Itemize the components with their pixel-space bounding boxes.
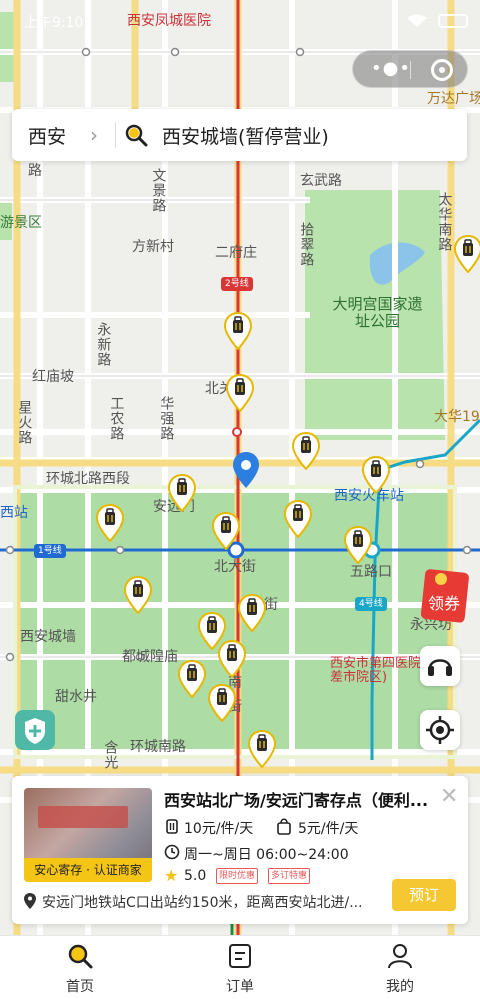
map-label-road-jie: 街 xyxy=(264,597,278,613)
storage-pin[interactable] xyxy=(224,312,252,350)
map-label-taihua-rd: 太华南路 xyxy=(436,192,453,252)
store-sign xyxy=(38,806,128,828)
wifi-icon xyxy=(407,14,427,27)
search-divider xyxy=(115,122,116,148)
city-selector[interactable]: 西安 xyxy=(28,122,66,149)
miniprogram-capsule[interactable]: •●• xyxy=(352,50,468,88)
storage-pin[interactable] xyxy=(248,730,276,768)
safety-shield-button[interactable] xyxy=(15,710,55,750)
storage-pin[interactable] xyxy=(178,660,206,698)
map-label-huancheng-south: 环城南路 xyxy=(130,739,186,755)
rating-value: 5.0 xyxy=(184,868,207,884)
map-label-hanguang: 含光 xyxy=(102,740,119,770)
map-label-wenjing-rd: 文景路 xyxy=(150,168,167,213)
tab-orders[interactable]: 订单 xyxy=(190,936,290,999)
map-label-xian-city-wall: 西安城墙 xyxy=(20,629,76,645)
more-icon[interactable]: •●• xyxy=(371,58,411,79)
tab-profile-label: 我的 xyxy=(386,979,414,995)
map-label-fangxin-village: 方新村 xyxy=(132,239,174,255)
close-icon[interactable]: ✕ xyxy=(440,784,458,809)
storage-pin[interactable] xyxy=(208,684,236,722)
headset-icon xyxy=(428,659,452,676)
map-label-yongxin-rd: 永新路 xyxy=(95,322,112,367)
map-label-ducheng-temple: 都城隍庙 xyxy=(122,649,178,665)
storage-pin[interactable] xyxy=(284,500,312,538)
suitcase-small-icon xyxy=(166,819,178,834)
crosshair-icon xyxy=(426,716,454,744)
search-bar[interactable]: 西安 › 西安城墙(暂停营业) xyxy=(12,109,467,161)
map-label-scenic: 游景区 xyxy=(0,215,42,231)
storage-pin[interactable] xyxy=(238,594,266,632)
store-address: 安远门地铁站C口出站约150米，距离西安站北进/... xyxy=(42,895,363,911)
store-title[interactable]: 西安站北广场/安远门寄存点（便利... xyxy=(164,787,436,811)
storage-pin[interactable] xyxy=(344,526,372,564)
map-label-daming-palace: 大明宫国家遗址公园 xyxy=(332,295,423,330)
locate-me-button[interactable] xyxy=(420,710,460,750)
map-label-huancheng-north-west: 环城北路西段 xyxy=(46,471,130,487)
storage-pin[interactable] xyxy=(292,432,320,470)
map-label-wanda: 万达广场 xyxy=(427,91,480,107)
tab-bar: 首页 订单 我的 xyxy=(0,935,480,999)
promo-tag-limited: 限时优惠 xyxy=(216,868,259,884)
clock-icon xyxy=(164,844,180,860)
capsule-divider xyxy=(410,61,411,79)
status-bar: 上午9:10 xyxy=(0,0,480,40)
price-bag: 5元/件/天 xyxy=(298,821,359,837)
map-label-wulukou: 五路口 xyxy=(350,564,392,580)
tab-orders-label: 订单 xyxy=(226,979,254,995)
storage-info-card[interactable]: 安心寄存 · 认证商家 西安站北广场/安远门寄存点（便利... ✕ 10元/件/… xyxy=(12,776,468,924)
location-pin-icon xyxy=(24,893,36,909)
promo-tag-multi: 多订特惠 xyxy=(268,868,311,884)
bag-icon xyxy=(277,818,291,835)
map-label-xi-station: 西站 xyxy=(0,505,28,521)
shield-icon xyxy=(25,718,45,744)
tab-home[interactable]: 首页 xyxy=(30,936,130,999)
map-label-beidajie: 北大街 xyxy=(214,559,256,575)
price-luggage: 10元/件/天 xyxy=(184,821,254,837)
customer-service-button[interactable] xyxy=(420,646,460,686)
map-label-xuanwu-rd: 玄武路 xyxy=(300,173,342,189)
metro-line2-badge: 2号线 xyxy=(221,277,253,291)
metro-line1-badge: 1号线 xyxy=(34,544,66,558)
close-miniprogram-icon[interactable] xyxy=(431,59,453,81)
opening-hours: 周一~周日 06:00~24:00 xyxy=(184,847,349,863)
metro-line4-badge: 4号线 xyxy=(355,597,387,611)
star-icon: ★ xyxy=(164,866,179,885)
map-label-gongnong-rd: 工农路 xyxy=(108,396,125,441)
map-label-dahua: 大华19 xyxy=(434,409,480,425)
tab-home-label: 首页 xyxy=(66,979,94,995)
map-label-road-lu: 路 xyxy=(28,163,42,179)
store-photo[interactable]: 安心寄存 · 认证商家 xyxy=(24,788,152,882)
order-icon xyxy=(229,944,251,968)
search-icon xyxy=(125,124,148,147)
storage-pin[interactable] xyxy=(168,474,196,512)
search-icon xyxy=(68,944,93,969)
search-query[interactable]: 西安城墙(暂停营业) xyxy=(162,122,329,149)
status-time: 上午9:10 xyxy=(24,15,84,31)
storage-pin-selected[interactable] xyxy=(226,374,254,412)
current-location-marker xyxy=(233,452,259,488)
battery-icon xyxy=(438,14,468,28)
certified-badge: 安心寄存 · 认证商家 xyxy=(24,858,152,882)
coupon-label: 领券 xyxy=(428,594,460,613)
map-label-shicui-rd: 拾翠路 xyxy=(298,222,315,267)
storage-pin[interactable] xyxy=(454,235,480,273)
storage-pin[interactable] xyxy=(218,640,246,678)
chevron-right-icon: › xyxy=(90,123,98,147)
map-label-tianshui-well: 甜水井 xyxy=(55,689,97,705)
map-label-erfu-zhuang: 二府庄 xyxy=(215,245,257,261)
storage-pin[interactable] xyxy=(124,576,152,614)
profile-icon xyxy=(388,944,412,969)
map-label-honghumiao-po: 红庙坡 xyxy=(32,369,74,385)
storage-pin[interactable] xyxy=(362,456,390,494)
storage-pin[interactable] xyxy=(96,504,124,542)
storage-pin[interactable] xyxy=(212,512,240,550)
book-button[interactable]: 预订 xyxy=(392,879,456,911)
map-label-huaqiang-rd: 华强路 xyxy=(158,396,175,441)
map-label-xinghuo-rd: 星火路 xyxy=(16,400,33,445)
coupon-button[interactable]: 领券 xyxy=(421,567,471,623)
tab-profile[interactable]: 我的 xyxy=(350,936,450,999)
